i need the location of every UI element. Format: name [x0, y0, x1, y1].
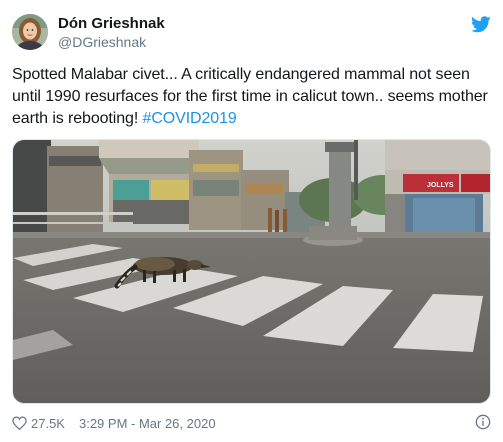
tweet-text: Spotted Malabar civet... A critically en…	[12, 66, 488, 127]
tweet-footer: 27.5K 3:29 PM - Mar 26, 2020	[12, 414, 216, 432]
heart-icon	[12, 416, 27, 430]
tweet-timestamp[interactable]: 3:29 PM - Mar 26, 2020	[79, 416, 216, 431]
embedded-tweet-card: Dón Grieshnak @DGrieshnak Spotted Malaba…	[0, 0, 503, 442]
author-display-name[interactable]: Dón Grieshnak	[58, 14, 165, 33]
author-handle[interactable]: @DGrieshnak	[58, 33, 165, 51]
hashtag-link[interactable]: #COVID2019	[143, 110, 237, 127]
like-button[interactable]: 27.5K	[12, 416, 65, 431]
twitter-bird-icon[interactable]	[471, 16, 491, 33]
tweet-body: Spotted Malabar civet... A critically en…	[12, 64, 490, 130]
info-icon[interactable]	[475, 414, 491, 430]
avatar[interactable]	[12, 14, 48, 50]
tweet-media[interactable]: JOLLYS	[12, 139, 491, 404]
like-count: 27.5K	[31, 415, 65, 431]
tweet-header: Dón Grieshnak @DGrieshnak	[12, 10, 491, 54]
media-photo-street-civet: JOLLYS	[13, 140, 490, 403]
author-names: Dón Grieshnak @DGrieshnak	[58, 14, 165, 51]
avatar-photo	[12, 14, 48, 50]
